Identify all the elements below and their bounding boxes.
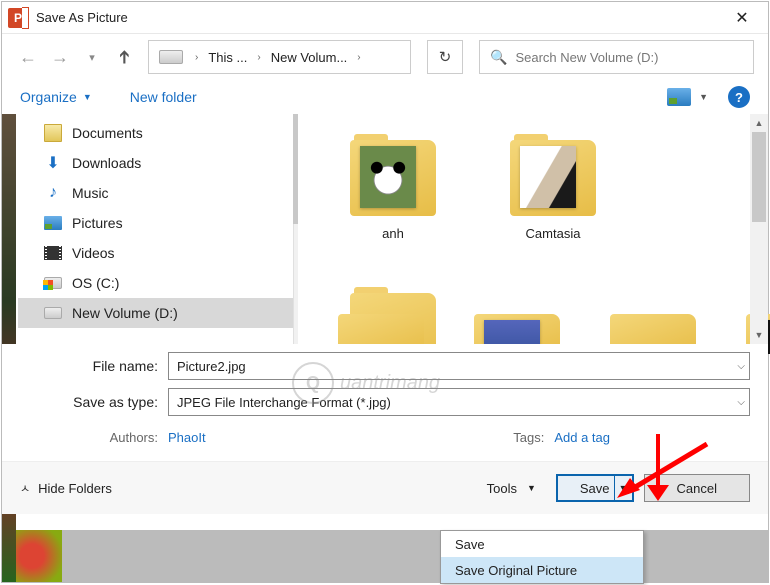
chevron-up-icon: ㅅ: [20, 480, 30, 496]
tree-item-music[interactable]: ♪Music: [18, 178, 298, 208]
tags-label: Tags:: [513, 430, 544, 445]
chevron-down-icon[interactable]: ⌵: [737, 361, 745, 372]
savetype-label: Save as type:: [20, 394, 168, 410]
history-dropdown[interactable]: ▾: [80, 45, 104, 69]
drive-icon: [44, 304, 62, 322]
picture-icon: [667, 88, 691, 106]
file-pane[interactable]: anh Camtasia documents-export-2015-05-19…: [298, 114, 768, 344]
folder-camtasia[interactable]: Camtasia: [498, 140, 608, 243]
tools-menu[interactable]: Tools ▼: [487, 481, 536, 496]
dropdown-save[interactable]: Save: [441, 531, 643, 557]
search-placeholder: Search New Volume (D:): [515, 50, 658, 65]
help-button[interactable]: ?: [728, 86, 750, 108]
organize-menu[interactable]: Organize ▼: [20, 89, 92, 105]
tags-value[interactable]: Add a tag: [554, 430, 610, 445]
drive-icon: [44, 274, 62, 292]
hide-folders-button[interactable]: ㅅ Hide Folders: [20, 480, 112, 496]
nav-row: ← → ▾ ➔ › This ... › New Volum... › ↻ 🔍 …: [2, 34, 768, 80]
tree-item-downloads[interactable]: ⬇Downloads: [18, 148, 298, 178]
window-title: Save As Picture: [36, 10, 128, 25]
toolbar: Organize ▼ New folder ▼ ?: [2, 80, 768, 114]
view-options-button[interactable]: ▼: [667, 88, 708, 106]
tree-item-pictures[interactable]: Pictures: [18, 208, 298, 238]
save-button[interactable]: Save ▼: [556, 474, 634, 502]
tree-item-documents[interactable]: Documents: [18, 118, 298, 148]
up-button[interactable]: ➔: [112, 45, 136, 69]
filename-label: File name:: [20, 358, 168, 374]
breadcrumb[interactable]: › This ... › New Volum... ›: [148, 40, 411, 74]
video-icon: [44, 244, 62, 262]
download-icon: ⬇: [44, 154, 62, 172]
watermark: Quantrimang: [292, 358, 492, 408]
chevron-right-icon[interactable]: ›: [251, 52, 266, 63]
drive-icon: [159, 50, 183, 64]
cancel-button[interactable]: Cancel: [644, 474, 750, 502]
close-button[interactable]: ✕: [722, 4, 762, 32]
refresh-button[interactable]: ↻: [427, 40, 463, 74]
files-scrollbar[interactable]: ▲ ▼: [750, 114, 768, 344]
chevron-down-icon: ▼: [699, 92, 708, 102]
background-bottom: [2, 530, 768, 582]
chevron-down-icon: ▼: [527, 483, 536, 493]
save-dropdown: Save Save Original Picture: [440, 530, 644, 584]
breadcrumb-seg-2[interactable]: New Volum...: [267, 50, 352, 65]
scroll-up-button[interactable]: ▲: [750, 114, 768, 132]
authors-value[interactable]: PhaoIt: [168, 430, 206, 445]
powerpoint-icon: P: [8, 8, 28, 28]
chevron-right-icon[interactable]: ›: [351, 52, 366, 63]
chevron-down-icon[interactable]: ⌵: [737, 397, 745, 408]
back-button[interactable]: ←: [16, 45, 40, 69]
breadcrumb-seg-1[interactable]: This ...: [204, 50, 251, 65]
chevron-right-icon[interactable]: ›: [189, 52, 204, 63]
save-split-button[interactable]: ▼: [614, 476, 632, 500]
dropdown-save-original[interactable]: Save Original Picture: [441, 557, 643, 583]
authors-label: Authors:: [20, 430, 168, 445]
music-icon: ♪: [44, 184, 62, 202]
forward-button[interactable]: →: [48, 45, 72, 69]
search-icon: 🔍: [490, 49, 507, 66]
chevron-down-icon: ▼: [83, 92, 92, 102]
tree-item-new-volume-d[interactable]: New Volume (D:): [18, 298, 298, 328]
folder-icon: [44, 124, 62, 142]
picture-icon: [44, 214, 62, 232]
folder-anh[interactable]: anh: [338, 140, 448, 243]
tree-item-os-c[interactable]: OS (C:): [18, 268, 298, 298]
scroll-down-button[interactable]: ▼: [750, 326, 768, 344]
search-input[interactable]: 🔍 Search New Volume (D:): [479, 40, 754, 74]
folder-thumbnail: [520, 146, 576, 208]
title-bar: P Save As Picture ✕: [2, 2, 768, 34]
bottom-bar: ㅅ Hide Folders Tools ▼ Save ▼ Cancel: [2, 461, 768, 514]
new-folder-button[interactable]: New folder: [130, 89, 197, 105]
tree-item-videos[interactable]: Videos: [18, 238, 298, 268]
folder-tree: Documents ⬇Downloads ♪Music Pictures Vid…: [18, 114, 298, 344]
folder-thumbnail: [360, 146, 416, 208]
